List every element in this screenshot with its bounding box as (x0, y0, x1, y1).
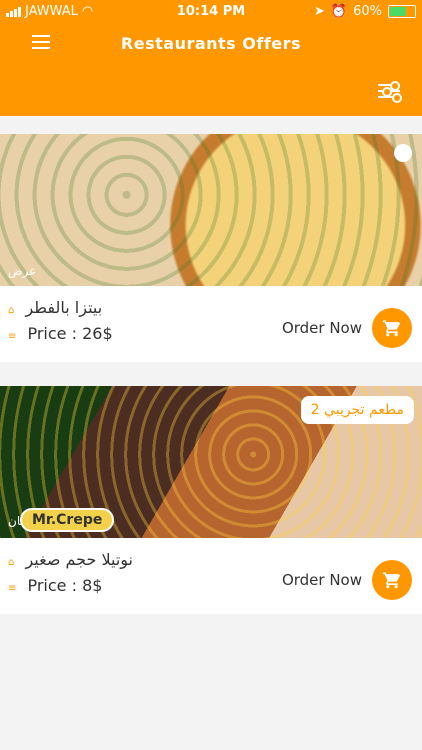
order-now-button[interactable]: Order Now (282, 308, 412, 348)
location-arrow-icon: ➤ (314, 4, 325, 19)
offer-name-row: ⌂ بيتزا بالفطر (8, 298, 102, 317)
favorite-toggle[interactable] (394, 144, 412, 162)
offer-card[interactable]: مطعم تجريبي 2 نان Mr.Crepe ⌂ نوتيلا حجم … (0, 386, 422, 614)
order-now-label: Order Now (281, 571, 362, 589)
offer-price: Price : 8$ (27, 576, 103, 595)
app-header: JAWWAL ◠ 10:14 PM ➤ ⏰ 60% Restaurants Of… (0, 0, 422, 116)
shopping-cart-icon[interactable] (372, 560, 412, 600)
offers-list: عرض ⌂ بيتزا بالفطر ≡ Price : 26$ Order N… (0, 116, 422, 750)
price-bullet-icon: ≡ (8, 583, 17, 594)
battery-text: 60% (353, 4, 382, 19)
restaurant-logo: Mr.Crepe (20, 508, 115, 532)
offer-info: ⌂ بيتزا بالفطر ≡ Price : 26$ Order Now (0, 298, 422, 362)
name-bullet-icon: ⌂ (8, 305, 15, 316)
price-bullet-icon: ≡ (8, 331, 17, 342)
restaurant-badge: مطعم تجريبي 2 (300, 396, 414, 424)
offer-price-row: ≡ Price : 26$ (8, 324, 113, 343)
offer-image: مطعم تجريبي 2 نان Mr.Crepe (0, 386, 422, 538)
battery-icon (388, 5, 416, 18)
offer-image: عرض (0, 134, 422, 286)
status-right: ➤ ⏰ 60% (314, 4, 416, 19)
offer-card[interactable]: عرض ⌂ بيتزا بالفطر ≡ Price : 26$ Order N… (0, 134, 422, 362)
shopping-cart-icon[interactable] (372, 308, 412, 348)
order-now-button[interactable]: Order Now (282, 560, 412, 600)
name-bullet-icon: ⌂ (8, 557, 15, 568)
order-now-label: Order Now (281, 319, 362, 337)
alarm-clock-icon: ⏰ (330, 4, 348, 19)
offer-info: ⌂ نوتيلا حجم صغير ≡ Price : 8$ Order Now (0, 550, 422, 614)
offer-name: نوتيلا حجم صغير (25, 550, 133, 569)
offer-overlay-text: عرض (8, 264, 37, 278)
offer-name: بيتزا بالفطر (25, 298, 103, 317)
status-bar: JAWWAL ◠ 10:14 PM ➤ ⏰ 60% (0, 0, 422, 24)
offer-price: Price : 26$ (27, 324, 113, 343)
page-title: Restaurants Offers (120, 34, 302, 53)
offer-price-row: ≡ Price : 8$ (8, 576, 102, 595)
sliders-icon[interactable] (378, 81, 402, 103)
offer-name-row: ⌂ نوتيلا حجم صغير (8, 550, 133, 569)
